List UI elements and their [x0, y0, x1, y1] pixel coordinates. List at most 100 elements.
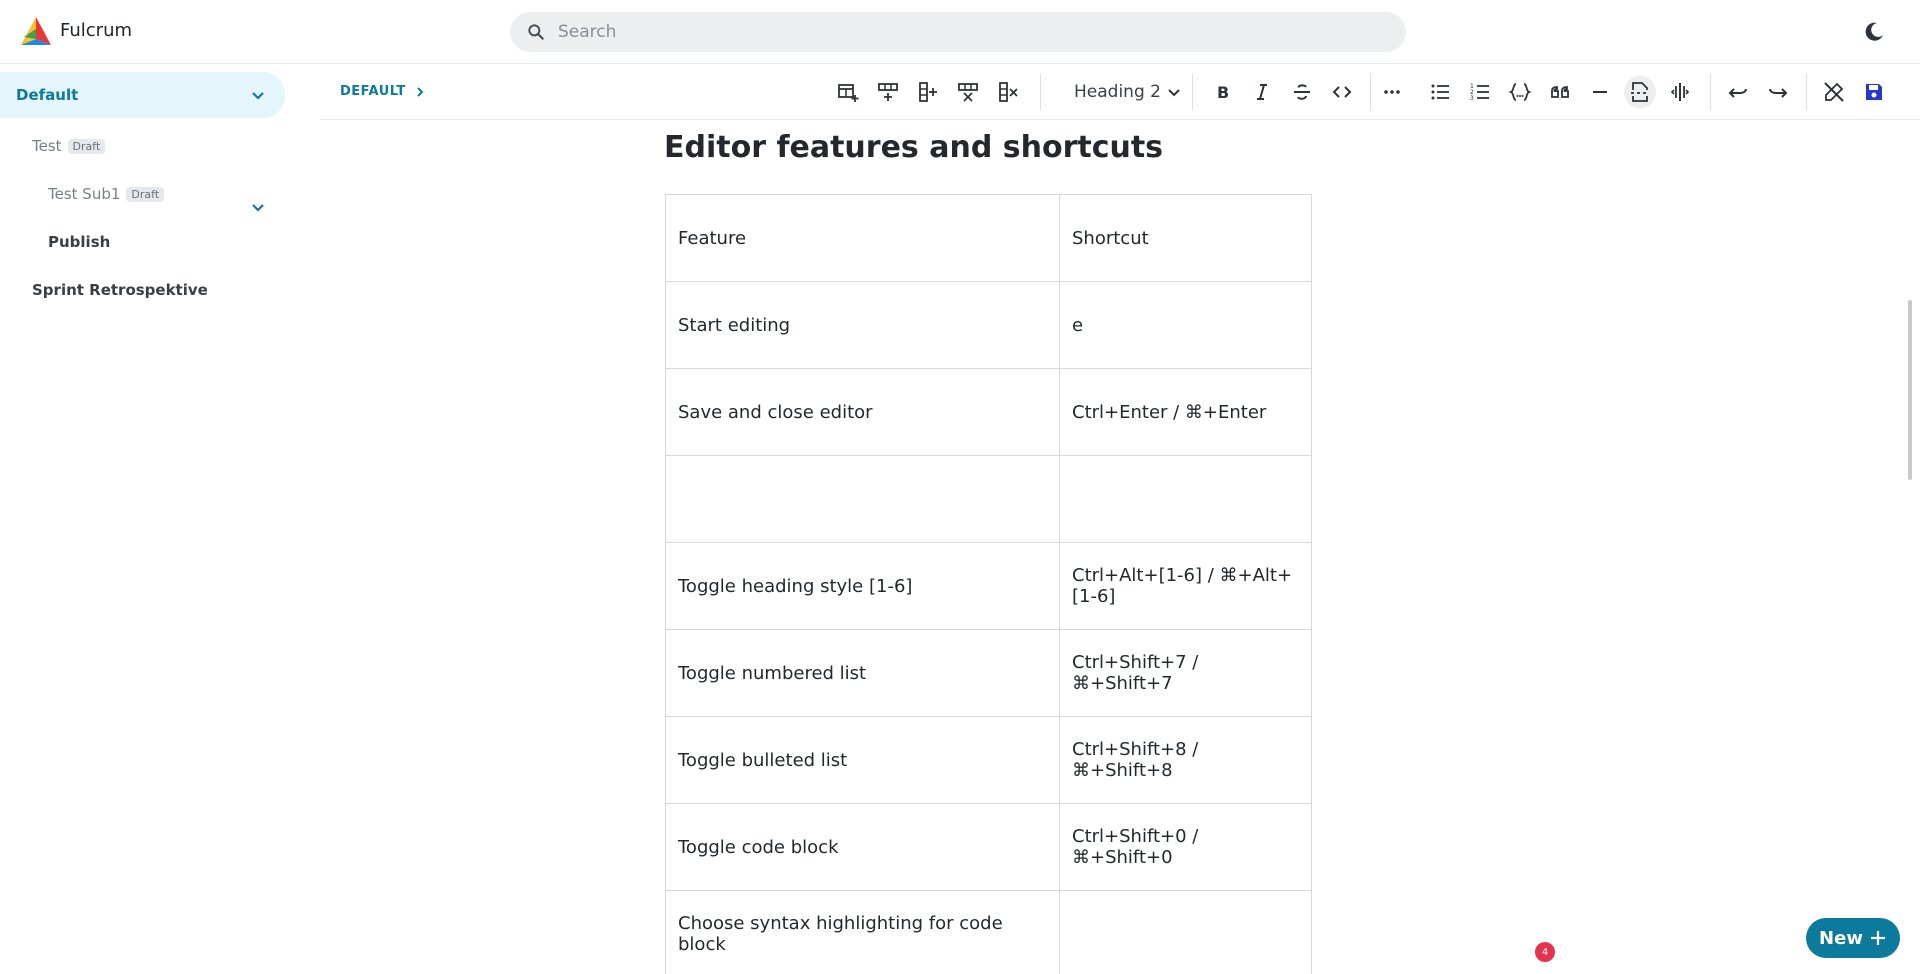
column-insert-icon	[919, 82, 937, 102]
inline-code-button[interactable]	[1326, 76, 1358, 108]
italic-button[interactable]	[1246, 76, 1278, 108]
table-cell[interactable]	[1059, 455, 1312, 543]
sidebar-item-publish[interactable]: Publish	[48, 230, 110, 254]
toolbar-divider	[1710, 74, 1711, 110]
undo-icon	[1728, 88, 1747, 98]
sidebar-item-sprint-retrospektive[interactable]: Sprint Retrospektive	[32, 278, 208, 302]
strikethrough-button[interactable]	[1286, 76, 1318, 108]
column-delete-button[interactable]	[992, 76, 1024, 108]
shortcuts-table[interactable]: Feature Shortcut Start editing e Save an…	[665, 194, 1312, 974]
table-row[interactable]: Toggle code block Ctrl+Shift+0 / ⌘+Shift…	[665, 803, 1312, 891]
chevron-down-icon[interactable]	[250, 199, 266, 215]
search-bar[interactable]	[510, 12, 1406, 52]
numbered-list-button[interactable]: 123	[1464, 76, 1496, 108]
table-row[interactable]: Toggle bulleted list Ctrl+Shift+8 / ⌘+Sh…	[665, 716, 1312, 804]
table-cell[interactable]: Ctrl+Shift+0 / ⌘+Shift+0	[1059, 803, 1312, 891]
more-icon	[1384, 90, 1400, 94]
table-row[interactable]: Start editing e	[665, 281, 1312, 369]
table-cell[interactable]: Choose syntax highlighting for code bloc…	[665, 890, 1060, 974]
split-button[interactable]	[1664, 76, 1696, 108]
fulcrum-logo[interactable]	[20, 15, 52, 47]
table-cell[interactable]: Toggle heading style [1-6]	[665, 542, 1060, 630]
table-cell[interactable]: Shortcut	[1059, 194, 1312, 282]
table-insert-icon	[838, 84, 859, 102]
plus-icon	[1870, 931, 1885, 945]
editor-toolbar: DEFAULT Heading 2 B 1 2 3	[320, 64, 1920, 120]
sidebar-item-test[interactable]: Test Draft	[32, 134, 106, 158]
bullet-list-button[interactable]	[1424, 76, 1456, 108]
app-title[interactable]: Fulcrum	[60, 20, 132, 41]
table-row[interactable]: Feature Shortcut	[665, 194, 1312, 282]
save-icon	[1866, 84, 1882, 100]
split-icon	[1670, 83, 1690, 101]
table-cell[interactable]: Ctrl+Enter / ⌘+Enter	[1059, 368, 1312, 456]
table-cell[interactable]: Toggle code block	[665, 803, 1060, 891]
sidebar-item-default[interactable]: Default	[0, 72, 285, 118]
table-row[interactable]: Toggle numbered list Ctrl+Shift+7 / ⌘+Sh…	[665, 629, 1312, 717]
redo-button[interactable]	[1762, 76, 1794, 108]
table-cell[interactable]	[665, 455, 1060, 543]
table-cell[interactable]: Ctrl+Alt+[1-6] / ⌘+Alt+[1-6]	[1059, 542, 1312, 630]
svg-text:3: 3	[1470, 95, 1474, 102]
heading-style-select[interactable]: Heading 2	[1066, 76, 1189, 108]
new-button-label: New	[1819, 927, 1863, 949]
document-heading[interactable]: Editor features and shortcuts	[664, 130, 1163, 165]
page-break-button[interactable]	[1624, 76, 1656, 108]
exit-edit-button[interactable]	[1818, 76, 1850, 108]
table-cell[interactable]: Save and close editor	[665, 368, 1060, 456]
undo-button[interactable]	[1722, 76, 1754, 108]
table-cell[interactable]: Toggle numbered list	[665, 629, 1060, 717]
table-cell[interactable]: Start editing	[665, 281, 1060, 369]
sidebar: Default Test Draft Test Sub1 Draft Publi…	[0, 64, 286, 974]
draft-badge: Draft	[67, 138, 106, 154]
dark-mode-icon[interactable]	[1862, 20, 1886, 44]
heading-style-value: Heading 2	[1074, 82, 1161, 102]
chevron-right-icon	[417, 86, 424, 97]
italic-icon	[1257, 84, 1267, 100]
table-row[interactable]: Save and close editor Ctrl+Enter / ⌘+Ent…	[665, 368, 1312, 456]
chevron-down-icon	[1168, 89, 1180, 97]
table-cell[interactable]: Feature	[665, 194, 1060, 282]
bold-icon: B	[1217, 83, 1229, 102]
table-row[interactable]	[665, 455, 1312, 543]
quote-button[interactable]	[1544, 76, 1576, 108]
toolbar-divider	[1806, 74, 1807, 110]
page-break-icon	[1631, 82, 1648, 102]
bullet-list-icon	[1431, 84, 1449, 100]
exit-edit-icon	[1824, 82, 1844, 102]
quote-icon	[1551, 86, 1569, 98]
breadcrumb[interactable]: DEFAULT	[340, 84, 426, 99]
table-cell[interactable]: e	[1059, 281, 1312, 369]
table-insert-button[interactable]	[832, 76, 864, 108]
table-cell[interactable]: Toggle bulleted list	[665, 716, 1060, 804]
search-input[interactable]	[558, 12, 1378, 52]
sidebar-item-label: Publish	[48, 233, 111, 251]
row-delete-button[interactable]	[952, 76, 984, 108]
table-row[interactable]: Toggle heading style [1-6] Ctrl+Alt+[1-6…	[665, 542, 1312, 630]
horizontal-rule-icon	[1593, 91, 1607, 93]
row-insert-button[interactable]	[872, 76, 904, 108]
draft-badge: Draft	[126, 186, 165, 202]
table-cell[interactable]: Ctrl+Shift+7 / ⌘+Shift+7	[1059, 629, 1312, 717]
breadcrumb-item[interactable]: DEFAULT	[340, 84, 406, 99]
code-block-button[interactable]	[1504, 76, 1536, 108]
code-inline-icon	[1332, 86, 1352, 98]
sidebar-item-label: Test	[32, 137, 62, 155]
editor-content[interactable]: Editor features and shortcuts Feature Sh…	[320, 120, 1900, 974]
table-row[interactable]: Choose syntax highlighting for code bloc…	[665, 890, 1312, 974]
new-button[interactable]: New	[1806, 918, 1900, 958]
scrollbar-thumb[interactable]	[1908, 300, 1912, 480]
sidebar-item-label: Test Sub1	[48, 185, 121, 203]
table-cell[interactable]: Ctrl+Shift+8 / ⌘+Shift+8	[1059, 716, 1312, 804]
more-button[interactable]	[1376, 76, 1408, 108]
notification-badge[interactable]: 4	[1535, 942, 1555, 962]
bold-button[interactable]: B	[1206, 76, 1238, 108]
strikethrough-icon	[1294, 84, 1310, 100]
chevron-down-icon[interactable]	[250, 87, 266, 103]
toolbar-divider	[1040, 74, 1041, 110]
column-insert-button[interactable]	[912, 76, 944, 108]
horizontal-rule-button[interactable]	[1584, 76, 1616, 108]
save-button[interactable]	[1858, 76, 1890, 108]
table-cell[interactable]	[1059, 890, 1312, 974]
sidebar-item-test-sub1[interactable]: Test Sub1 Draft	[48, 182, 165, 206]
